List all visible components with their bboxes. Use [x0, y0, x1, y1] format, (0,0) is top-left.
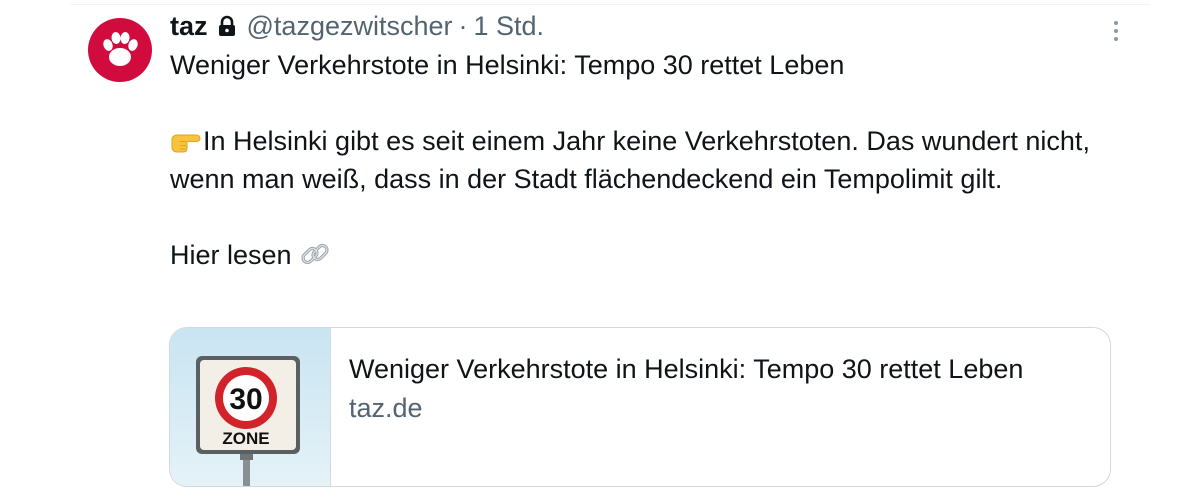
author-handle[interactable]: @tazgezwitscher — [247, 11, 453, 42]
separator-dot: · — [458, 10, 468, 41]
timestamp[interactable]: 1 Std. — [474, 11, 545, 42]
link-preview-card[interactable]: 30 ZONE Weniger Verkehrstote in Helsinki… — [169, 327, 1111, 487]
author-name[interactable]: taz — [170, 11, 208, 42]
backhand-index-pointing-right-icon — [171, 134, 201, 153]
tweet-header: taz @tazgezwitscher · 1 Std. — [170, 8, 544, 44]
sign-number: 30 — [229, 383, 262, 416]
divider — [70, 4, 1150, 5]
tweet-headline: Weniger Verkehrstote in Helsinki: Tempo … — [170, 50, 845, 80]
tweet-body-text: In Helsinki gibt es seit einem Jahr kein… — [170, 126, 1090, 194]
more-vertical-icon[interactable] — [1106, 18, 1126, 44]
sign-zone-label: ZONE — [222, 429, 269, 448]
tweet-text: Weniger Verkehrstote in Helsinki: Tempo … — [170, 46, 1090, 274]
tweet-body: In Helsinki gibt es seit einem Jahr kein… — [170, 122, 1090, 198]
card-image: 30 ZONE — [170, 328, 331, 486]
card-domain[interactable]: taz.de — [349, 388, 1049, 428]
read-here-label: Hier lesen — [170, 240, 292, 270]
read-here-line: Hier lesen — [170, 236, 1090, 274]
lock-icon — [218, 15, 235, 36]
avatar[interactable] — [88, 18, 152, 82]
card-body: Weniger Verkehrstote in Helsinki: Tempo … — [331, 328, 1049, 486]
link-icon — [300, 243, 329, 265]
paw-icon — [103, 32, 138, 66]
tweet-view: taz @tazgezwitscher · 1 Std. Weniger Ver… — [0, 0, 1200, 497]
card-title[interactable]: Weniger Verkehrstote in Helsinki: Tempo … — [349, 350, 1049, 388]
zone-30-sign-image: 30 ZONE — [196, 356, 300, 486]
